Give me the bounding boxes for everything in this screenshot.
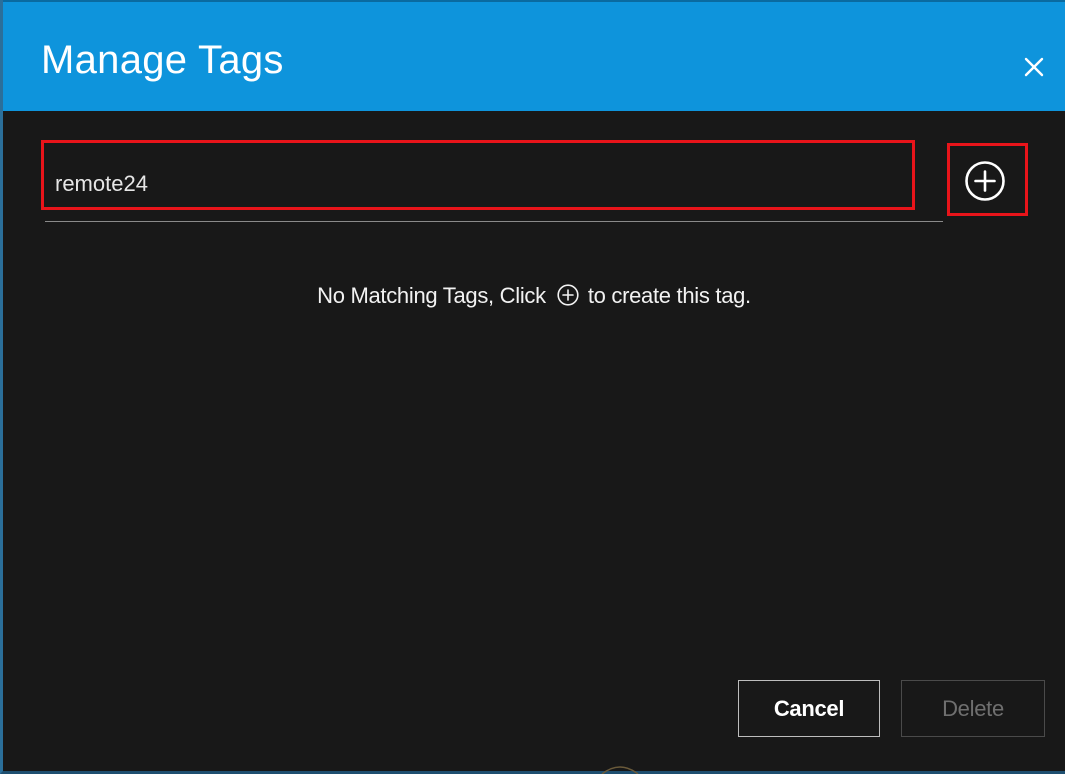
cancel-button[interactable]: Cancel [738,680,880,737]
close-button[interactable] [1017,50,1051,84]
dialog-title: Manage Tags [41,38,284,82]
close-icon [1024,57,1044,77]
tag-search-input[interactable] [55,166,895,202]
tag-input-container [41,140,943,222]
delete-button[interactable]: Delete [901,680,1045,737]
no-match-text-before: No Matching Tags, Click [317,283,546,308]
add-tag-button[interactable] [964,160,1006,202]
no-match-text-after: to create this tag. [587,283,751,308]
no-match-message: No Matching Tags, Click to create this t… [3,283,1065,309]
plus-circle-icon [965,161,1005,201]
plus-circle-icon [556,283,580,307]
bottom-edge-decoration [601,766,639,774]
manage-tags-dialog: Manage Tags No Matching Tags, Click [0,0,1065,774]
dialog-header: Manage Tags [3,0,1065,111]
